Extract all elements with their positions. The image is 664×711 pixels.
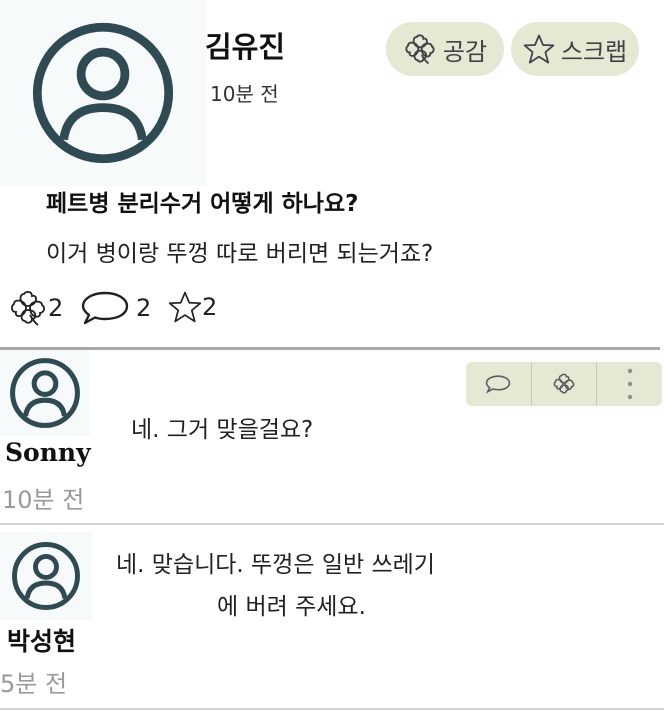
scrap-count: 2	[168, 290, 217, 324]
more-options-button[interactable]	[597, 362, 662, 406]
comment-author-name: 박성현	[7, 627, 77, 656]
like-count: 2	[8, 288, 63, 328]
scrap-button[interactable]: 스크랩	[511, 22, 639, 76]
clover-icon	[553, 373, 575, 394]
comment-avatar[interactable]	[0, 350, 90, 436]
comment-like-button[interactable]	[532, 362, 597, 406]
scrap-count-value: 2	[202, 293, 218, 321]
post-author-avatar[interactable]	[0, 0, 206, 186]
post-body: 이거 병이랑 뚜껑 따로 버리면 되는거죠?	[46, 241, 434, 267]
post-author-name: 김유진	[205, 30, 286, 64]
clover-icon	[11, 291, 45, 326]
star-icon	[523, 34, 555, 64]
clover-icon	[405, 34, 435, 65]
comment-text-line-2: 에 버려 주세요.	[217, 594, 366, 620]
comment-time: 5분 전	[0, 670, 68, 698]
user-avatar-icon	[10, 358, 80, 428]
comment-author-name: Sonny	[5, 438, 91, 467]
scrap-label: 스크랩	[560, 37, 628, 66]
user-avatar-icon	[12, 542, 80, 610]
post-title: 페트병 분리수거 어떻게 하나요?	[46, 191, 359, 217]
like-count-value: 2	[48, 294, 64, 322]
like-button[interactable]: 공감	[386, 22, 504, 76]
comment-text-line-1: 네. 맞습니다. 뚜껑은 일반 쓰레기	[116, 552, 435, 578]
post-divider	[0, 347, 660, 350]
comment-toolbar	[466, 362, 662, 406]
reply-button[interactable]	[466, 362, 531, 406]
comment-time: 10분 전	[2, 486, 85, 514]
comment-divider	[0, 523, 664, 525]
comment-avatar[interactable]	[0, 532, 92, 620]
comment-divider	[0, 708, 664, 710]
speech-bubble-icon	[81, 291, 129, 325]
speech-bubble-icon	[486, 375, 511, 394]
comment-text: 네. 그거 맞을걸요?	[131, 417, 314, 443]
star-icon	[168, 291, 202, 323]
like-label: 공감	[442, 37, 488, 66]
user-avatar-icon	[32, 22, 174, 164]
comment-count: 2	[80, 290, 151, 326]
comment-count-value: 2	[136, 294, 152, 322]
vertical-dots-icon	[627, 368, 632, 400]
post-time: 10분 전	[210, 82, 279, 106]
